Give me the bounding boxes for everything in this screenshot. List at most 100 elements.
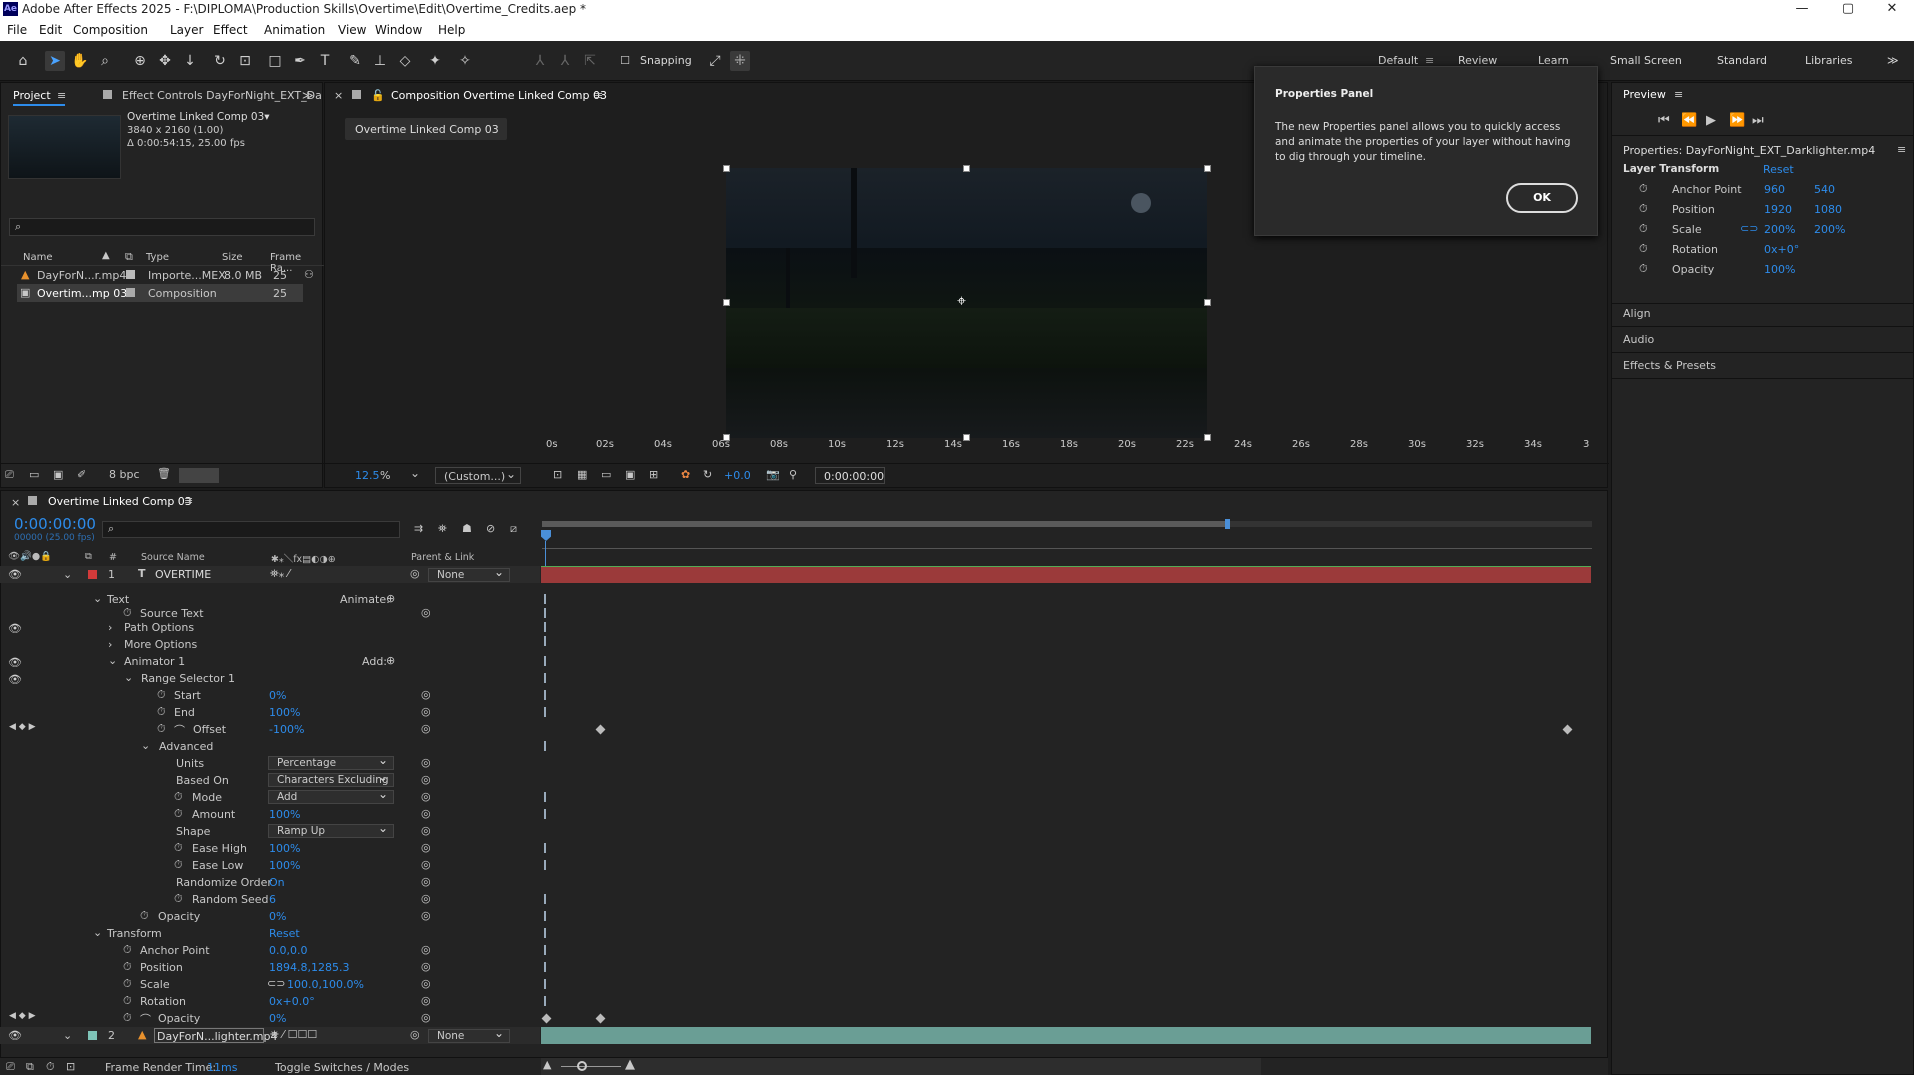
ease-low-value[interactable]: 100% bbox=[269, 859, 300, 876]
add-label[interactable]: Add: bbox=[362, 655, 387, 672]
stopwatch-icon[interactable]: ⏱ bbox=[123, 960, 132, 974]
position-value[interactable]: 1894.8,1285.3 bbox=[269, 961, 349, 978]
project-search-input[interactable]: ⌕ bbox=[9, 218, 315, 236]
constrain-link-icon[interactable]: ⊂⊃ bbox=[1740, 222, 1758, 235]
col-name[interactable]: Name bbox=[23, 252, 53, 263]
motion-blur-icon[interactable]: ⧄ bbox=[510, 522, 517, 536]
project-row-selected[interactable]: ▣ Overtim...mp 03 Composition 25 bbox=[17, 284, 303, 302]
layer-row[interactable]: 👁 ⌄ 2 ▲ DayForN...lighter.mp4 ⛯ ⁄ ☐☐☐ ◎ … bbox=[0, 1027, 540, 1044]
new-folder-icon[interactable]: ▭ bbox=[29, 468, 39, 481]
menu-layer[interactable]: Layer bbox=[170, 23, 203, 37]
tab-preview[interactable]: Preview bbox=[1623, 88, 1666, 101]
comp-breadcrumb[interactable]: Overtime Linked Comp 03 bbox=[345, 118, 507, 140]
panel-overflow-icon[interactable]: ≫ bbox=[302, 89, 314, 102]
col-parent-link[interactable]: Parent & Link bbox=[411, 552, 474, 563]
stopwatch-icon[interactable]: ⏱ bbox=[174, 892, 183, 906]
anchor-point-value[interactable]: 0.0,0.0 bbox=[269, 944, 307, 961]
menu-window[interactable]: Window bbox=[375, 23, 422, 37]
chevron-down-icon[interactable]: ⌄ bbox=[108, 654, 117, 671]
expression-pickwhip-icon[interactable]: ◎ bbox=[421, 994, 431, 1011]
randomize-order-value[interactable]: On bbox=[269, 876, 285, 893]
prev-frame-icon[interactable]: ⏪ bbox=[1681, 113, 1697, 128]
col-size[interactable]: Size bbox=[222, 252, 243, 263]
chevron-down-icon[interactable]: ⌄ bbox=[63, 568, 72, 581]
prop-path-options[interactable]: Path Options bbox=[124, 621, 194, 638]
prop-more-options[interactable]: More Options bbox=[124, 638, 197, 655]
project-row[interactable]: ▲ DayForN...r.mp4 Importe...MEX 8.0 MB 2… bbox=[1, 266, 324, 284]
pan-behind-tool-icon[interactable]: ⊡ bbox=[235, 51, 255, 71]
menu-composition[interactable]: Composition bbox=[73, 23, 148, 37]
chevron-down-icon[interactable]: ⌄ bbox=[93, 592, 102, 609]
eye-icon[interactable]: 👁 bbox=[8, 673, 22, 686]
start-value[interactable]: 0% bbox=[269, 689, 286, 706]
section-audio[interactable]: Audio bbox=[1623, 333, 1654, 346]
exposure-value[interactable]: +0.0 bbox=[724, 469, 751, 482]
puppet-tool-icon[interactable]: ✧ bbox=[455, 51, 475, 71]
expression-pickwhip-icon[interactable]: ◎ bbox=[421, 824, 431, 841]
transform-handle[interactable] bbox=[723, 165, 730, 172]
guides-icon[interactable]: ▣ bbox=[625, 468, 635, 481]
frame-blending-icon[interactable]: ⊘ bbox=[486, 522, 495, 535]
transform-handle[interactable] bbox=[1204, 165, 1211, 172]
grid-icon[interactable]: ⊞ bbox=[649, 468, 658, 481]
panel-menu-icon[interactable]: ≡ bbox=[1897, 143, 1906, 156]
chevron-down-icon[interactable]: ⌄ bbox=[124, 671, 133, 688]
graph-icon[interactable]: ⌒ bbox=[140, 1011, 151, 1028]
menu-view[interactable]: View bbox=[338, 23, 366, 37]
zoom-tool-icon[interactable]: ⌕ bbox=[95, 51, 115, 71]
pickwhip-icon[interactable]: ◎ bbox=[410, 567, 420, 580]
pan-tool-icon[interactable]: ✥ bbox=[155, 51, 175, 71]
render-icon[interactable]: ⎚ bbox=[6, 1060, 15, 1074]
work-area-end[interactable] bbox=[1225, 519, 1230, 529]
stopwatch-icon[interactable]: ⏱ bbox=[174, 807, 183, 821]
home-icon[interactable]: ⌂ bbox=[13, 51, 33, 71]
animate-label[interactable]: Animate: bbox=[340, 593, 390, 610]
expression-pickwhip-icon[interactable]: ◎ bbox=[421, 790, 431, 807]
layer-name[interactable]: OVERTIME bbox=[155, 568, 211, 581]
preview-toggle-icon[interactable]: ⊡ bbox=[66, 1060, 75, 1073]
expression-pickwhip-icon[interactable]: ◎ bbox=[421, 892, 431, 909]
eye-icon[interactable]: 👁 bbox=[8, 656, 22, 669]
stopwatch-icon[interactable]: ⏱ bbox=[140, 909, 149, 923]
animator-opacity-value[interactable]: 0% bbox=[269, 910, 286, 927]
clone-stamp-tool-icon[interactable]: ⊥ bbox=[370, 51, 390, 71]
mini-flowchart-icon[interactable]: ⧉ bbox=[26, 1060, 34, 1074]
chevron-right-icon[interactable]: › bbox=[108, 621, 112, 638]
eye-icon[interactable]: 👁 bbox=[8, 568, 22, 581]
stopwatch-icon[interactable]: ⏱ bbox=[174, 790, 183, 804]
menu-file[interactable]: File bbox=[7, 23, 27, 37]
tab-timeline[interactable]: Overtime Linked Comp 03 bbox=[48, 495, 192, 508]
parent-dropdown[interactable]: None bbox=[428, 1027, 510, 1043]
pen-tool-icon[interactable]: ✒ bbox=[290, 51, 310, 71]
layer-name-box[interactable]: DayForN...lighter.mp4 bbox=[154, 1028, 277, 1043]
parent-dropdown[interactable]: None bbox=[428, 566, 510, 582]
stopwatch-icon[interactable]: ⏱ bbox=[174, 841, 183, 855]
stopwatch-icon[interactable]: ⏱ bbox=[1639, 222, 1648, 236]
stopwatch-active-icon[interactable]: ⏱ bbox=[157, 722, 166, 736]
stopwatch-icon[interactable]: ⏱ bbox=[123, 994, 132, 1008]
workspace-overflow-icon[interactable]: ≫ bbox=[1887, 54, 1899, 67]
work-area-range[interactable] bbox=[542, 521, 1228, 527]
resolution-dropdown[interactable]: (Custom...) ⌄ bbox=[435, 467, 521, 484]
prop-range-selector[interactable]: Range Selector 1 bbox=[141, 672, 235, 689]
expression-pickwhip-icon[interactable]: ◎ bbox=[421, 909, 431, 926]
layer-bar[interactable] bbox=[541, 566, 1591, 583]
chevron-down-icon[interactable]: ⌄ bbox=[93, 926, 102, 943]
selection-tool-icon[interactable]: ➤ bbox=[45, 51, 65, 71]
play-icon[interactable]: ▶ bbox=[1706, 113, 1716, 128]
ease-high-value[interactable]: 100% bbox=[269, 842, 300, 859]
snapshot-icon[interactable]: 📷 bbox=[766, 468, 780, 481]
mask-visibility-icon[interactable]: ▭ bbox=[601, 468, 611, 481]
anchor-y-value[interactable]: 540 bbox=[1814, 183, 1835, 196]
transform-handle[interactable] bbox=[1204, 434, 1211, 441]
scale-value[interactable]: 100.0,100.0% bbox=[287, 978, 364, 995]
workspace-libraries[interactable]: Libraries bbox=[1805, 54, 1853, 67]
timeline-search-input[interactable]: ⌕ bbox=[102, 521, 400, 538]
expression-pickwhip-icon[interactable]: ◎ bbox=[421, 807, 431, 824]
transform-handle[interactable] bbox=[963, 434, 970, 441]
stopwatch-icon[interactable]: ⏱ bbox=[1639, 182, 1648, 196]
based-on-dropdown[interactable]: Characters Excluding bbox=[268, 773, 394, 787]
tab-composition[interactable]: Composition Overtime Linked Comp 03 bbox=[391, 89, 607, 102]
expression-pickwhip-icon[interactable]: ◎ bbox=[421, 841, 431, 858]
dolly-tool-icon[interactable]: ↓ bbox=[180, 51, 200, 71]
